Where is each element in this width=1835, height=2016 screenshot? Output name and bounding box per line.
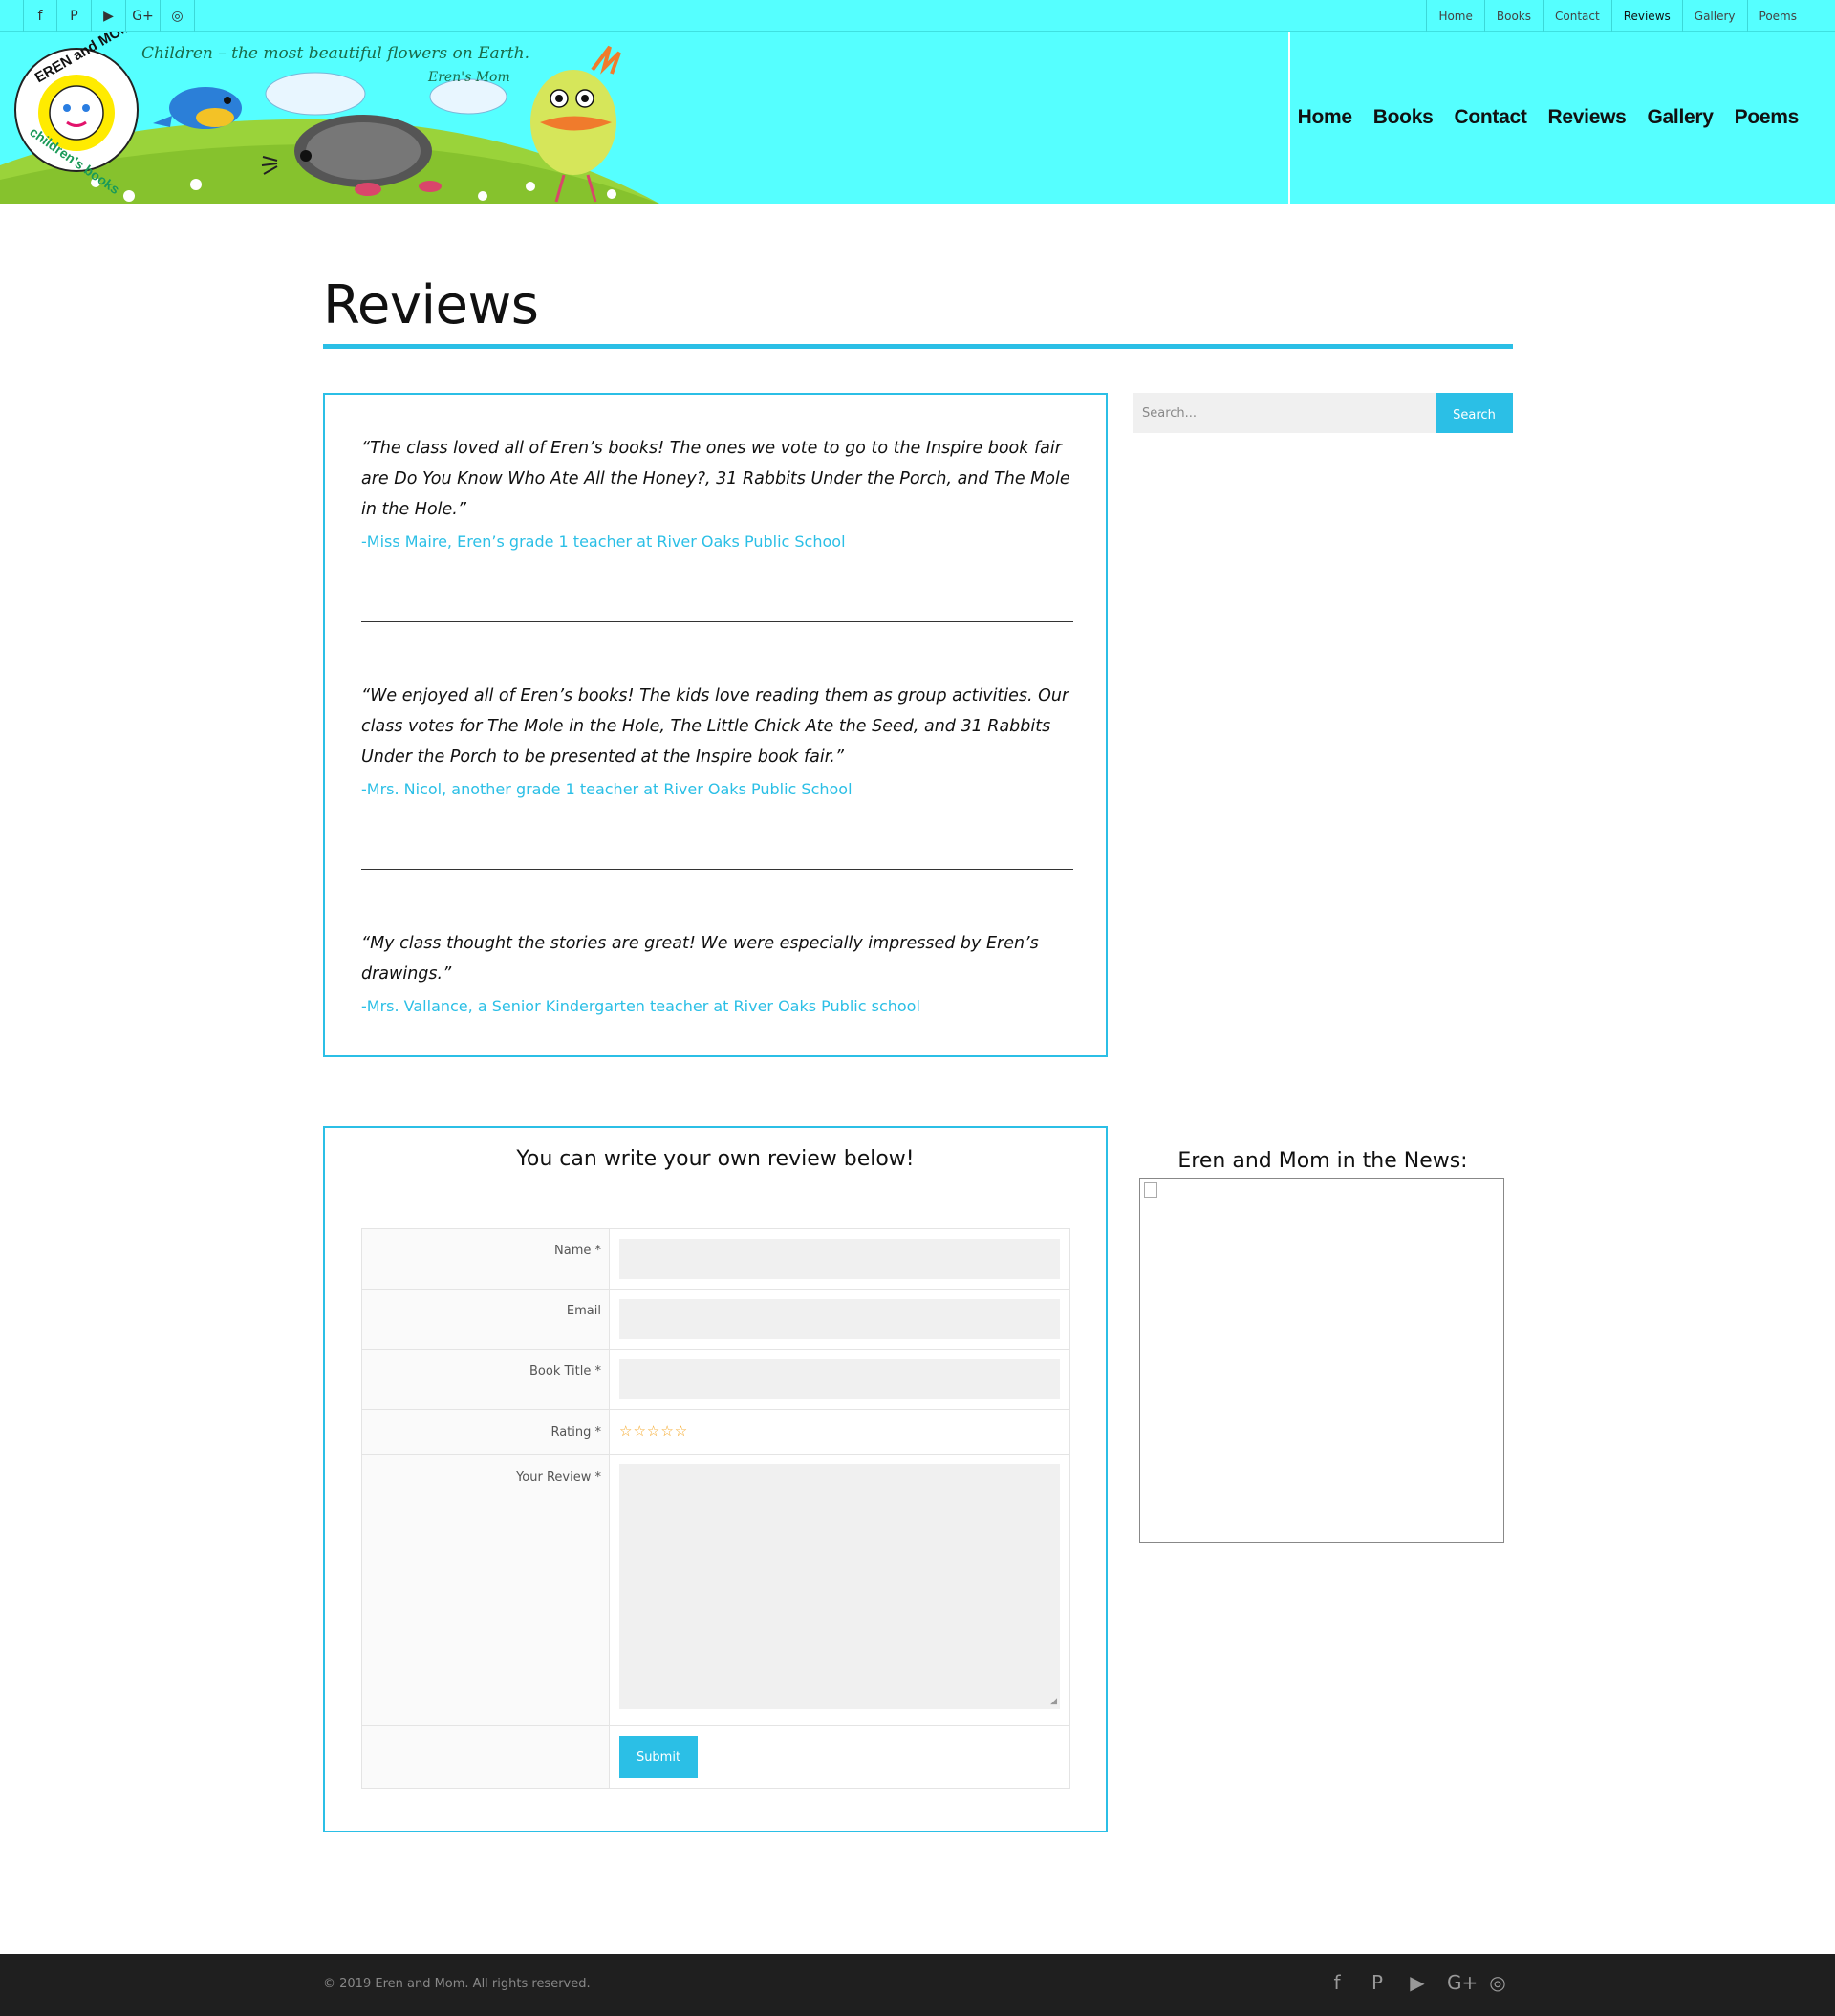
instagram-icon[interactable]: ◎ [1487,1971,1508,1994]
site-footer: © 2019 Eren and Mom. All rights reserved… [0,1954,1835,2016]
copyright-text: © 2019 Eren and Mom. All rights reserved… [323,1977,591,1991]
svg-text:Children – the most beautiful: Children – the most beautiful flowers on… [141,44,529,63]
book-title-label: Book Title * [362,1350,610,1409]
review-item: “We enjoyed all of Eren’s books! The kid… [361,681,1073,798]
review-item: “The class loved all of Eren’s books! Th… [361,433,1073,551]
form-row-email: Email [362,1290,1069,1350]
header-divider [1288,32,1290,204]
reviews-box: “The class loved all of Eren’s books! Th… [323,393,1108,1057]
form-row-rating: Rating * ☆☆☆☆☆ [362,1410,1069,1455]
header-banner[interactable]: EREN and MOM children's books Children –… [0,32,669,204]
review-divider [361,621,1073,622]
name-label: Name * [362,1229,610,1289]
page-title: Reviews [323,274,539,336]
review-label: Your Review * [362,1455,610,1725]
nav-books[interactable]: Books [1373,106,1434,129]
pinterest-icon[interactable]: P [1367,1971,1388,1994]
top-social-links: f P ▶ G+ ◎ [23,0,195,32]
review-quote: “The class loved all of Eren’s books! Th… [361,439,1070,519]
youtube-icon[interactable]: ▶ [92,0,126,32]
search-button[interactable]: Search [1436,393,1513,433]
submit-button[interactable]: Submit [619,1736,698,1778]
review-quote: “We enjoyed all of Eren’s books! The kid… [361,686,1069,767]
review-quote: “My class thought the stories are great!… [361,934,1039,984]
name-field[interactable] [619,1239,1060,1279]
facebook-icon[interactable]: f [1327,1971,1348,1994]
search-form: Search... Search [1133,393,1513,433]
search-input[interactable]: Search... [1133,393,1436,433]
nav-poems[interactable]: Poems [1735,106,1800,129]
toplink-gallery[interactable]: Gallery [1681,0,1747,32]
review-form: Name * Email Book Title * Rating * ☆☆☆☆☆… [361,1228,1070,1789]
book-title-field[interactable] [619,1359,1060,1399]
toplink-home[interactable]: Home [1426,0,1483,32]
pinterest-icon[interactable]: P [57,0,92,32]
nav-home[interactable]: Home [1298,106,1352,129]
form-row-name: Name * [362,1229,1069,1290]
form-row-submit: Submit [362,1726,1069,1788]
form-row-book-title: Book Title * [362,1350,1069,1410]
resize-grip-icon[interactable]: ◢ [1050,1697,1057,1706]
email-label: Email [362,1290,610,1349]
review-form-box: You can write your own review below! Nam… [323,1126,1108,1832]
news-title: Eren and Mom in the News: [1177,1149,1468,1173]
form-row-review: Your Review * ◢ [362,1455,1069,1726]
google-plus-icon[interactable]: G+ [1447,1971,1478,1994]
email-field[interactable] [619,1299,1060,1339]
submit-label-cell [362,1726,610,1788]
bird-drawing-icon [153,87,242,129]
top-links: Home Books Contact Reviews Gallery Poems [1426,0,1808,32]
facebook-icon[interactable]: f [23,0,57,32]
review-author: -Mrs. Nicol, another grade 1 teacher at … [361,780,853,798]
rating-label: Rating * [362,1410,610,1454]
form-heading: You can write your own review below! [516,1147,915,1171]
top-utility-bar: f P ▶ G+ ◎ Home Books Contact Reviews Ga… [0,0,1835,32]
google-plus-icon[interactable]: G+ [126,0,161,32]
nav-reviews[interactable]: Reviews [1548,106,1627,129]
nav-gallery[interactable]: Gallery [1648,106,1714,129]
broken-image-icon [1144,1182,1157,1198]
toplink-reviews[interactable]: Reviews [1610,0,1682,32]
toplink-contact[interactable]: Contact [1543,0,1611,32]
review-author: -Mrs. Vallance, a Senior Kindergarten te… [361,997,920,1015]
title-underline [323,344,1513,349]
review-divider [361,869,1073,870]
review-item: “My class thought the stories are great!… [361,928,1073,1015]
footer-social-links: f P ▶ G+ ◎ [1327,1971,1508,1994]
toplink-books[interactable]: Books [1483,0,1543,32]
instagram-icon[interactable]: ◎ [161,0,195,32]
youtube-icon[interactable]: ▶ [1407,1971,1428,1994]
svg-text:Eren's Mom: Eren's Mom [427,70,510,85]
rating-stars[interactable]: ☆☆☆☆☆ [619,1422,688,1440]
nav-contact[interactable]: Contact [1454,106,1526,129]
toplink-poems[interactable]: Poems [1746,0,1808,32]
main-nav: Home Books Contact Reviews Gallery Poems [1298,106,1800,129]
news-embed-frame[interactable] [1139,1178,1504,1543]
review-textarea[interactable]: ◢ [619,1464,1060,1709]
review-author: -Miss Maire, Eren’s grade 1 teacher at R… [361,532,846,551]
site-header: EREN and MOM children's books Children –… [0,32,1835,204]
